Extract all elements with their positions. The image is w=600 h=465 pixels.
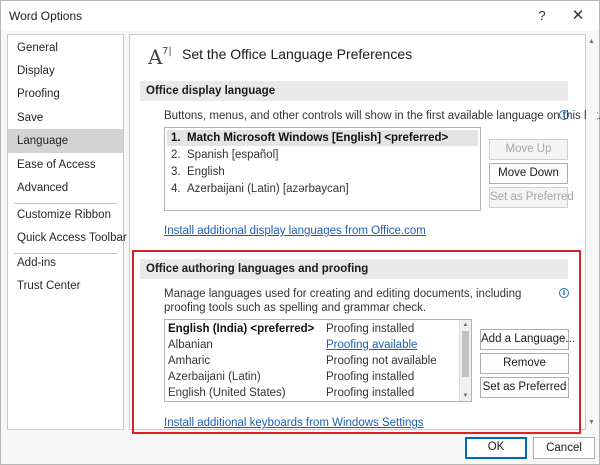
list-item[interactable]: 4. Azerbaijani (Latin) [azərbaycan] xyxy=(167,181,349,197)
nav-item-advanced[interactable]: Advanced xyxy=(8,176,123,200)
move-up-button[interactable]: Move Up xyxy=(489,139,568,160)
page-title: Set the Office Language Preferences xyxy=(182,46,413,62)
nav-item-trust-center[interactable]: Trust Center xyxy=(8,274,123,298)
content-scrollbar[interactable]: ▲ ▼ xyxy=(586,34,597,430)
window-title: Word Options xyxy=(9,9,83,23)
info-icon[interactable]: i xyxy=(559,110,569,120)
set-display-preferred-button[interactable]: Set as Preferred xyxy=(489,187,574,208)
scroll-down-icon[interactable]: ▼ xyxy=(586,417,597,428)
nav-item-save[interactable]: Save xyxy=(8,106,123,130)
cancel-button[interactable]: Cancel xyxy=(533,437,595,459)
word-options-dialog: Word Options ? ✕ General Display Proofin… xyxy=(0,0,600,465)
move-down-button[interactable]: Move Down xyxy=(489,163,568,184)
list-item[interactable]: 2. Spanish [español] xyxy=(167,147,278,163)
nav-item-quick-access-toolbar[interactable]: Quick Access Toolbar xyxy=(8,226,127,250)
nav-item-add-ins[interactable]: Add-ins xyxy=(8,251,123,275)
language-icon: A 7| xyxy=(148,45,172,68)
close-icon[interactable]: ✕ xyxy=(563,5,593,27)
display-language-heading: Office display language xyxy=(140,81,568,101)
display-language-description: Buttons, menus, and other controls will … xyxy=(164,110,600,122)
install-display-languages-link[interactable]: Install additional display languages fro… xyxy=(164,225,426,237)
list-item[interactable]: 1. Match Microsoft Windows [English] <pre… xyxy=(167,130,478,146)
svg-text:A: A xyxy=(148,45,163,68)
scroll-up-icon[interactable]: ▲ xyxy=(586,36,597,47)
ok-button[interactable]: OK xyxy=(465,437,527,459)
title-bar: Word Options ? ✕ xyxy=(1,1,599,31)
highlight-box xyxy=(132,250,581,434)
nav-item-proofing[interactable]: Proofing xyxy=(8,82,123,106)
nav-item-customize-ribbon[interactable]: Customize Ribbon xyxy=(8,203,123,227)
help-icon[interactable]: ? xyxy=(527,5,557,27)
svg-text:7|: 7| xyxy=(162,46,172,57)
list-item[interactable]: 3. English xyxy=(167,164,225,180)
options-nav: General Display Proofing Save Language E… xyxy=(7,34,127,430)
nav-item-general[interactable]: General xyxy=(8,36,123,60)
display-language-list[interactable]: 1. Match Microsoft Windows [English] <pre… xyxy=(164,127,481,211)
nav-item-language[interactable]: Language xyxy=(8,129,123,153)
nav-item-ease-of-access[interactable]: Ease of Access xyxy=(8,153,123,177)
nav-item-display[interactable]: Display xyxy=(8,59,123,83)
